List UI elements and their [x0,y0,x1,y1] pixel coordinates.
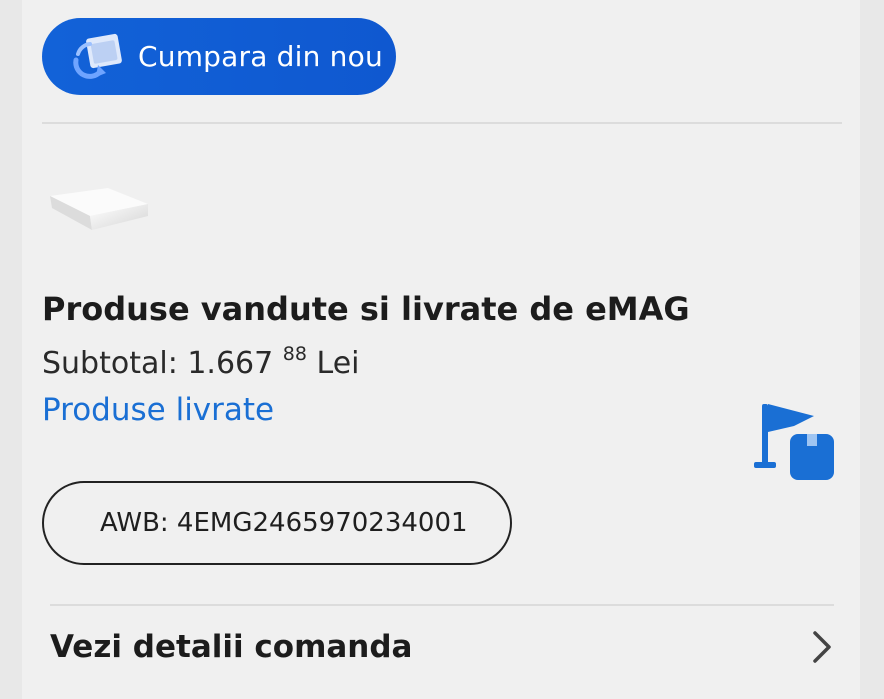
box-reload-icon [70,32,128,82]
order-details-label: Vezi detalii comanda [50,629,413,665]
reorder-label: Cumpara din nou [138,40,383,73]
chevron-right-icon [810,629,834,665]
order-card: Cumpara din nou Produse vandute si livra… [22,0,860,699]
subtotal: Subtotal: 1.667 88 Lei [42,343,360,381]
awb-tracking-button[interactable]: AWB: 4EMG2465970234001 [42,481,512,565]
flag-package-icon [752,402,836,484]
reorder-button[interactable]: Cumpara din nou [42,18,396,95]
subtotal-currency: Lei [316,346,360,381]
subtotal-cents: 88 [282,343,307,365]
order-details-link[interactable]: Vezi detalii comanda [50,606,834,688]
product-thumbnail[interactable] [46,182,152,240]
seller-title: Produse vandute si livrate de eMAG [42,290,690,328]
delivery-status: Produse livrate [42,392,275,428]
subtotal-amount: Subtotal: 1.667 [42,346,274,381]
divider [42,122,842,124]
